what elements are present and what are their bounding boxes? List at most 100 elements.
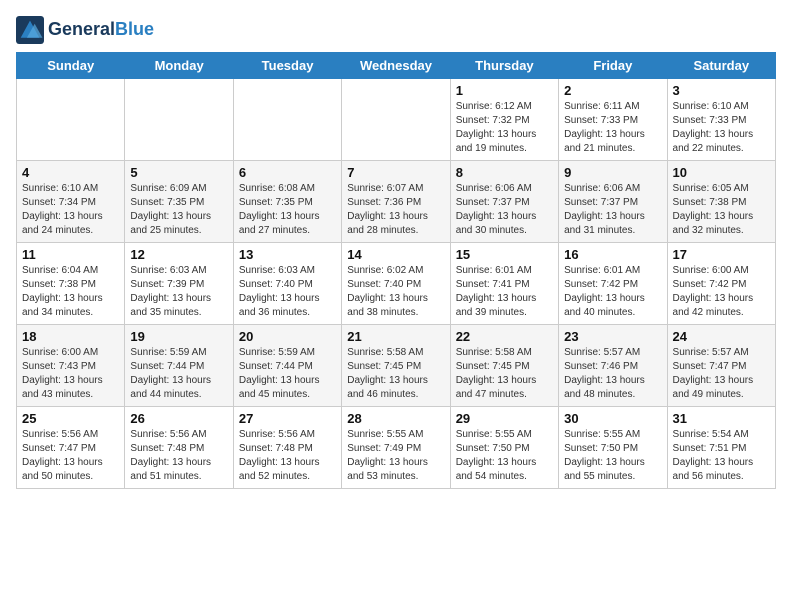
calendar-cell: 13 Sunrise: 6:03 AM Sunset: 7:40 PM Dayli… (233, 243, 341, 325)
calendar-cell: 19Sunrise: 5:59 AM Sunset: 7:44 PM Dayli… (125, 325, 233, 407)
calendar-body: 1Sunrise: 6:12 AM Sunset: 7:32 PM Daylig… (17, 79, 776, 489)
day-info: Sunrise: 6:02 AM Sunset: 7:40 PM Dayligh… (347, 264, 444, 320)
day-info: Sunrise: 6:10 AM Sunset: 7:34 PM Dayligh… (22, 182, 119, 238)
logo-text: GeneralBlue (48, 20, 154, 40)
day-number: 21 (347, 329, 444, 344)
calendar-cell: 25 Sunrise: 5:56 AM Sunset: 7:47 PM Dayli… (17, 407, 125, 489)
calendar-cell: 9Sunrise: 6:06 AM Sunset: 7:37 PM Daylig… (559, 161, 667, 243)
week-row: 1Sunrise: 6:12 AM Sunset: 7:32 PM Daylig… (17, 79, 776, 161)
calendar-cell: 3 Sunrise: 6:10 AM Sunset: 7:33 PM Daylig… (667, 79, 775, 161)
day-info: Sunrise: 6:00 AM Sunset: 7:43 PM Dayligh… (22, 346, 119, 402)
week-row: 4Sunrise: 6:10 AM Sunset: 7:34 PM Daylig… (17, 161, 776, 243)
page-header: GeneralBlue (16, 16, 776, 44)
calendar-cell: 7Sunrise: 6:07 AM Sunset: 7:36 PM Daylig… (342, 161, 450, 243)
day-number: 11 (22, 247, 119, 262)
calendar-cell: 4Sunrise: 6:10 AM Sunset: 7:34 PM Daylig… (17, 161, 125, 243)
calendar-cell (17, 79, 125, 161)
day-info: Sunrise: 5:55 AM Sunset: 7:49 PM Dayligh… (347, 428, 444, 484)
dow-header: Saturday (667, 53, 775, 79)
calendar-table: SundayMondayTuesdayWednesdayThursdayFrid… (16, 52, 776, 489)
calendar-cell: 5Sunrise: 6:09 AM Sunset: 7:35 PM Daylig… (125, 161, 233, 243)
calendar-cell: 18 Sunrise: 6:00 AM Sunset: 7:43 PM Dayli… (17, 325, 125, 407)
week-row: 25 Sunrise: 5:56 AM Sunset: 7:47 PM Dayli… (17, 407, 776, 489)
logo-icon (16, 16, 44, 44)
day-info: Sunrise: 5:57 AM Sunset: 7:46 PM Dayligh… (564, 346, 661, 402)
day-info: Sunrise: 6:01 AM Sunset: 7:42 PM Dayligh… (564, 264, 661, 320)
day-number: 10 (673, 165, 770, 180)
calendar-cell: 30Sunrise: 5:55 AM Sunset: 7:50 PM Dayli… (559, 407, 667, 489)
day-info: Sunrise: 6:12 AM Sunset: 7:32 PM Dayligh… (456, 100, 553, 156)
day-number: 6 (239, 165, 336, 180)
week-row: 18 Sunrise: 6:00 AM Sunset: 7:43 PM Dayli… (17, 325, 776, 407)
day-number: 20 (239, 329, 336, 344)
day-info: Sunrise: 6:01 AM Sunset: 7:41 PM Dayligh… (456, 264, 553, 320)
calendar-cell: 1Sunrise: 6:12 AM Sunset: 7:32 PM Daylig… (450, 79, 558, 161)
calendar-cell: 11 Sunrise: 6:04 AM Sunset: 7:38 PM Dayli… (17, 243, 125, 325)
day-number: 29 (456, 411, 553, 426)
dow-header: Friday (559, 53, 667, 79)
calendar-cell (342, 79, 450, 161)
calendar-cell: 23 Sunrise: 5:57 AM Sunset: 7:46 PM Dayli… (559, 325, 667, 407)
day-info: Sunrise: 5:59 AM Sunset: 7:44 PM Dayligh… (130, 346, 227, 402)
calendar-cell: 8 Sunrise: 6:06 AM Sunset: 7:37 PM Daylig… (450, 161, 558, 243)
day-info: Sunrise: 6:00 AM Sunset: 7:42 PM Dayligh… (673, 264, 770, 320)
calendar-cell: 24 Sunrise: 5:57 AM Sunset: 7:47 PM Dayli… (667, 325, 775, 407)
day-number: 31 (673, 411, 770, 426)
day-info: Sunrise: 6:09 AM Sunset: 7:35 PM Dayligh… (130, 182, 227, 238)
days-of-week-row: SundayMondayTuesdayWednesdayThursdayFrid… (17, 53, 776, 79)
day-info: Sunrise: 6:07 AM Sunset: 7:36 PM Dayligh… (347, 182, 444, 238)
day-info: Sunrise: 6:06 AM Sunset: 7:37 PM Dayligh… (564, 182, 661, 238)
day-info: Sunrise: 6:03 AM Sunset: 7:40 PM Dayligh… (239, 264, 336, 320)
day-number: 14 (347, 247, 444, 262)
day-info: Sunrise: 5:56 AM Sunset: 7:48 PM Dayligh… (130, 428, 227, 484)
day-number: 13 (239, 247, 336, 262)
day-info: Sunrise: 6:06 AM Sunset: 7:37 PM Dayligh… (456, 182, 553, 238)
day-number: 3 (673, 83, 770, 98)
day-info: Sunrise: 6:11 AM Sunset: 7:33 PM Dayligh… (564, 100, 661, 156)
day-number: 24 (673, 329, 770, 344)
calendar-cell: 14 Sunrise: 6:02 AM Sunset: 7:40 PM Dayli… (342, 243, 450, 325)
day-number: 17 (673, 247, 770, 262)
calendar-cell: 31 Sunrise: 5:54 AM Sunset: 7:51 PM Dayli… (667, 407, 775, 489)
dow-header: Thursday (450, 53, 558, 79)
day-info: Sunrise: 6:08 AM Sunset: 7:35 PM Dayligh… (239, 182, 336, 238)
dow-header: Monday (125, 53, 233, 79)
day-number: 28 (347, 411, 444, 426)
calendar-cell: 6 Sunrise: 6:08 AM Sunset: 7:35 PM Daylig… (233, 161, 341, 243)
day-number: 8 (456, 165, 553, 180)
calendar-cell: 21 Sunrise: 5:58 AM Sunset: 7:45 PM Dayli… (342, 325, 450, 407)
calendar-cell: 16 Sunrise: 6:01 AM Sunset: 7:42 PM Dayli… (559, 243, 667, 325)
day-number: 30 (564, 411, 661, 426)
day-info: Sunrise: 6:10 AM Sunset: 7:33 PM Dayligh… (673, 100, 770, 156)
day-info: Sunrise: 5:54 AM Sunset: 7:51 PM Dayligh… (673, 428, 770, 484)
calendar-cell (233, 79, 341, 161)
dow-header: Tuesday (233, 53, 341, 79)
day-number: 23 (564, 329, 661, 344)
day-number: 27 (239, 411, 336, 426)
day-info: Sunrise: 6:03 AM Sunset: 7:39 PM Dayligh… (130, 264, 227, 320)
calendar-cell: 22 Sunrise: 5:58 AM Sunset: 7:45 PM Dayli… (450, 325, 558, 407)
calendar-cell (125, 79, 233, 161)
day-info: Sunrise: 5:57 AM Sunset: 7:47 PM Dayligh… (673, 346, 770, 402)
day-number: 15 (456, 247, 553, 262)
calendar-cell: 10 Sunrise: 6:05 AM Sunset: 7:38 PM Dayli… (667, 161, 775, 243)
day-info: Sunrise: 5:58 AM Sunset: 7:45 PM Dayligh… (347, 346, 444, 402)
day-info: Sunrise: 5:56 AM Sunset: 7:48 PM Dayligh… (239, 428, 336, 484)
calendar-cell: 12Sunrise: 6:03 AM Sunset: 7:39 PM Dayli… (125, 243, 233, 325)
logo: GeneralBlue (16, 16, 154, 44)
calendar-cell: 2 Sunrise: 6:11 AM Sunset: 7:33 PM Daylig… (559, 79, 667, 161)
day-number: 2 (564, 83, 661, 98)
day-number: 16 (564, 247, 661, 262)
dow-header: Wednesday (342, 53, 450, 79)
day-info: Sunrise: 5:56 AM Sunset: 7:47 PM Dayligh… (22, 428, 119, 484)
day-number: 22 (456, 329, 553, 344)
calendar-cell: 20Sunrise: 5:59 AM Sunset: 7:44 PM Dayli… (233, 325, 341, 407)
day-info: Sunrise: 5:58 AM Sunset: 7:45 PM Dayligh… (456, 346, 553, 402)
day-number: 18 (22, 329, 119, 344)
day-number: 25 (22, 411, 119, 426)
day-info: Sunrise: 6:04 AM Sunset: 7:38 PM Dayligh… (22, 264, 119, 320)
calendar-cell: 28 Sunrise: 5:55 AM Sunset: 7:49 PM Dayli… (342, 407, 450, 489)
calendar-cell: 26Sunrise: 5:56 AM Sunset: 7:48 PM Dayli… (125, 407, 233, 489)
calendar-cell: 15 Sunrise: 6:01 AM Sunset: 7:41 PM Dayli… (450, 243, 558, 325)
day-info: Sunrise: 6:05 AM Sunset: 7:38 PM Dayligh… (673, 182, 770, 238)
